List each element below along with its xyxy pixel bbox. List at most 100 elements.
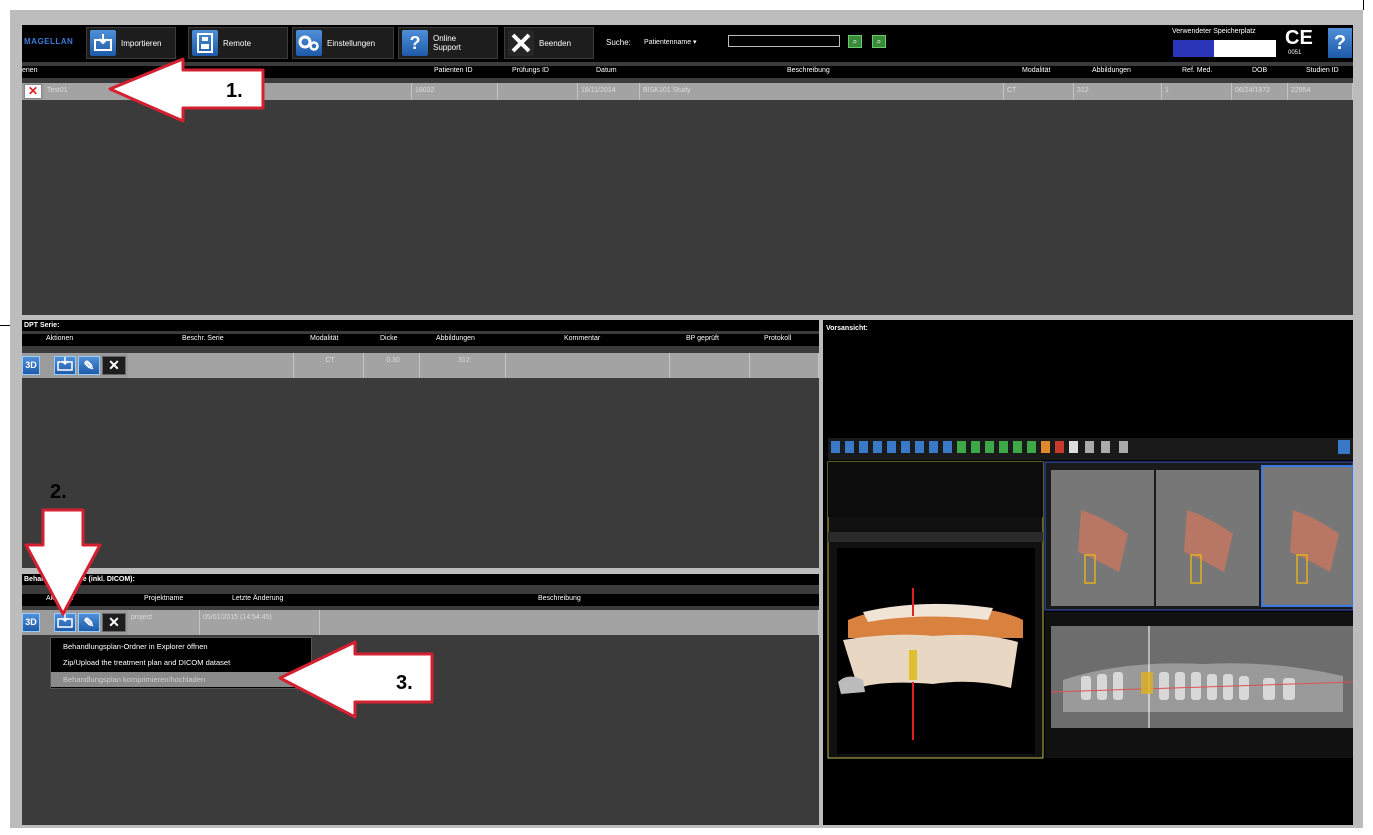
plan-description-cell (320, 610, 819, 635)
last-change-cell: 05/01/2015 (14:54:45) (200, 610, 320, 635)
remote-button[interactable]: Remote (188, 27, 288, 59)
memory-usage-bar: 5% (1173, 40, 1276, 57)
modality-cell: CT (1004, 83, 1074, 100)
memory-label: Verwendeter Speicherplatz (1172, 28, 1256, 35)
col-images[interactable]: Abbildungen (1092, 67, 1131, 74)
margin-tick (0, 325, 10, 326)
ce-number: 0051 (1288, 50, 1302, 56)
import-button[interactable]: Importieren (86, 27, 176, 59)
help-button[interactable]: ? (1328, 28, 1352, 58)
question-icon: ? (402, 30, 428, 56)
protocol-cell (750, 353, 819, 378)
brand-logo: MAGELLAN (24, 37, 74, 46)
comment-cell (506, 353, 670, 378)
thickness-cell: 0.30 (364, 353, 420, 378)
delete-patient-button[interactable]: ✕ (24, 84, 42, 99)
patient-row[interactable]: ✕ Test01 18032 18/11/2014 BISK101 Study … (22, 83, 1353, 100)
col-series-desc[interactable]: Beschr. Serie (182, 335, 224, 342)
settings-label: Einstellungen (327, 38, 376, 48)
col-patient-id[interactable]: Patienten ID (434, 67, 473, 74)
search-button[interactable]: ⌕ (848, 35, 862, 48)
col-description[interactable]: Beschreibung (538, 595, 581, 602)
col-comment[interactable]: Kommentar (564, 335, 600, 342)
main-toolbar: MAGELLAN Importieren Remote Einstellunge… (22, 25, 1353, 62)
import-icon (90, 30, 116, 56)
memory-usage-fill (1173, 40, 1215, 57)
modality-cell: CT (294, 353, 364, 378)
treatment-plans-panel: Behandlungspläne (inkl. DICOM): Aktionen… (22, 574, 819, 825)
images-cell: 312 (420, 353, 506, 378)
remote-label: Remote (223, 38, 252, 48)
open-plan-button[interactable] (54, 356, 76, 375)
date-cell: 18/11/2014 (578, 83, 640, 100)
plans-panel-title: Behandlungspläne (inkl. DICOM): (22, 574, 819, 585)
col-actions[interactable]: Aktionen (46, 335, 73, 342)
study-id-cell: 22954 (1288, 83, 1353, 100)
project-name-cell: project (128, 610, 200, 635)
import-label: Importieren (121, 38, 162, 48)
search-label: Suche: (606, 38, 631, 47)
memory-usage-value: 5% (1217, 44, 1228, 51)
ref-med-cell: 1 (1162, 83, 1232, 100)
plans-header: Aktionen Projektname Letzte Änderung Bes… (22, 594, 819, 606)
online-support-button[interactable]: ? Online Support (398, 27, 498, 59)
col-last-change[interactable]: Letzte Änderung (232, 595, 283, 602)
col-images[interactable]: Abbildungen (436, 335, 475, 342)
gears-icon (296, 30, 322, 56)
preview-panel: Vorsansicht: (823, 320, 1353, 825)
col-thickness[interactable]: Dicke (380, 335, 398, 342)
settings-button[interactable]: Einstellungen (292, 27, 394, 59)
menu-compress-upload[interactable]: Behandlungsplan komprimieren/hochladen (51, 672, 311, 687)
description-cell: BISK101 Study (640, 83, 1004, 100)
search-clear-button[interactable]: ⌕ (872, 35, 886, 48)
plan-context-menu: Behandlungsplan-Ordner in Explorer öffne… (50, 637, 312, 689)
plan-row[interactable]: 3D ✎ ✕ project 05/01/2015 (14:54:45) (22, 610, 819, 635)
series-panel: DPT Serie: Aktionen Beschr. Serie Modali… (22, 320, 819, 568)
delete-plan-button[interactable]: ✕ (102, 613, 126, 632)
menu-open-folder[interactable]: Behandlungsplan-Ordner in Explorer öffne… (51, 639, 311, 654)
3d-view-button[interactable]: 3D (22, 356, 40, 375)
3d-view-button[interactable]: 3D (22, 613, 40, 632)
col-protocol[interactable]: Protokoll (764, 335, 791, 342)
dob-cell: 06/24/1972 (1232, 83, 1288, 100)
col-description[interactable]: Beschreibung (787, 67, 830, 74)
col-actions[interactable]: Aktionen (46, 595, 73, 602)
step-label-3: 3. (396, 672, 413, 694)
remote-icon (192, 30, 218, 56)
col-exam-id[interactable]: Prüfungs ID (512, 67, 549, 74)
col-study-id[interactable]: Studien ID (1306, 67, 1339, 74)
col-project-name[interactable]: Projektname (144, 595, 183, 602)
search-input[interactable] (728, 35, 840, 47)
ce-mark: CE (1285, 27, 1313, 49)
images-cell: 312 (1074, 83, 1162, 100)
patients-panel: enen Patienten ID Prüfungs ID Datum Besc… (22, 62, 1353, 315)
series-row[interactable]: 3D ✎ ✕ CT 0.30 312 (22, 353, 819, 378)
col-ref-med[interactable]: Ref. Med. (1182, 67, 1212, 74)
edit-pencil-icon[interactable]: ✎ (78, 356, 100, 375)
search-field-select[interactable]: Patientenname ▾ (644, 38, 697, 46)
col-modality[interactable]: Modalität (310, 335, 338, 342)
online-support-label: Online Support (433, 34, 462, 52)
exit-label: Beenden (539, 38, 572, 48)
menu-zip-upload[interactable]: Zip/Upload the treatment plan and DICOM … (51, 655, 311, 670)
col-name[interactable]: enen (22, 67, 38, 74)
patient-id-cell: 18032 (412, 83, 498, 100)
col-bp-checked[interactable]: BP geprüft (686, 335, 719, 342)
series-desc-cell (128, 353, 294, 378)
series-header: Aktionen Beschr. Serie Modalität Dicke A… (22, 334, 819, 346)
preview-thumbnail (827, 438, 1353, 759)
col-modality[interactable]: Modalität (1022, 67, 1050, 74)
col-date[interactable]: Datum (596, 67, 617, 74)
delete-series-button[interactable]: ✕ (102, 356, 126, 375)
edit-pencil-icon[interactable]: ✎ (78, 613, 100, 632)
bp-checked-cell (670, 353, 750, 378)
step-label-2: 2. (50, 481, 67, 503)
close-icon (508, 30, 534, 56)
col-dob[interactable]: DOB (1252, 67, 1267, 74)
plan-actions-button[interactable] (54, 613, 76, 632)
series-panel-title: DPT Serie: (22, 320, 819, 331)
exit-button[interactable]: Beenden (504, 27, 594, 59)
patients-header: enen Patienten ID Prüfungs ID Datum Besc… (22, 66, 1353, 78)
margin-tick (1363, 0, 1364, 10)
exam-id-cell (498, 83, 578, 100)
